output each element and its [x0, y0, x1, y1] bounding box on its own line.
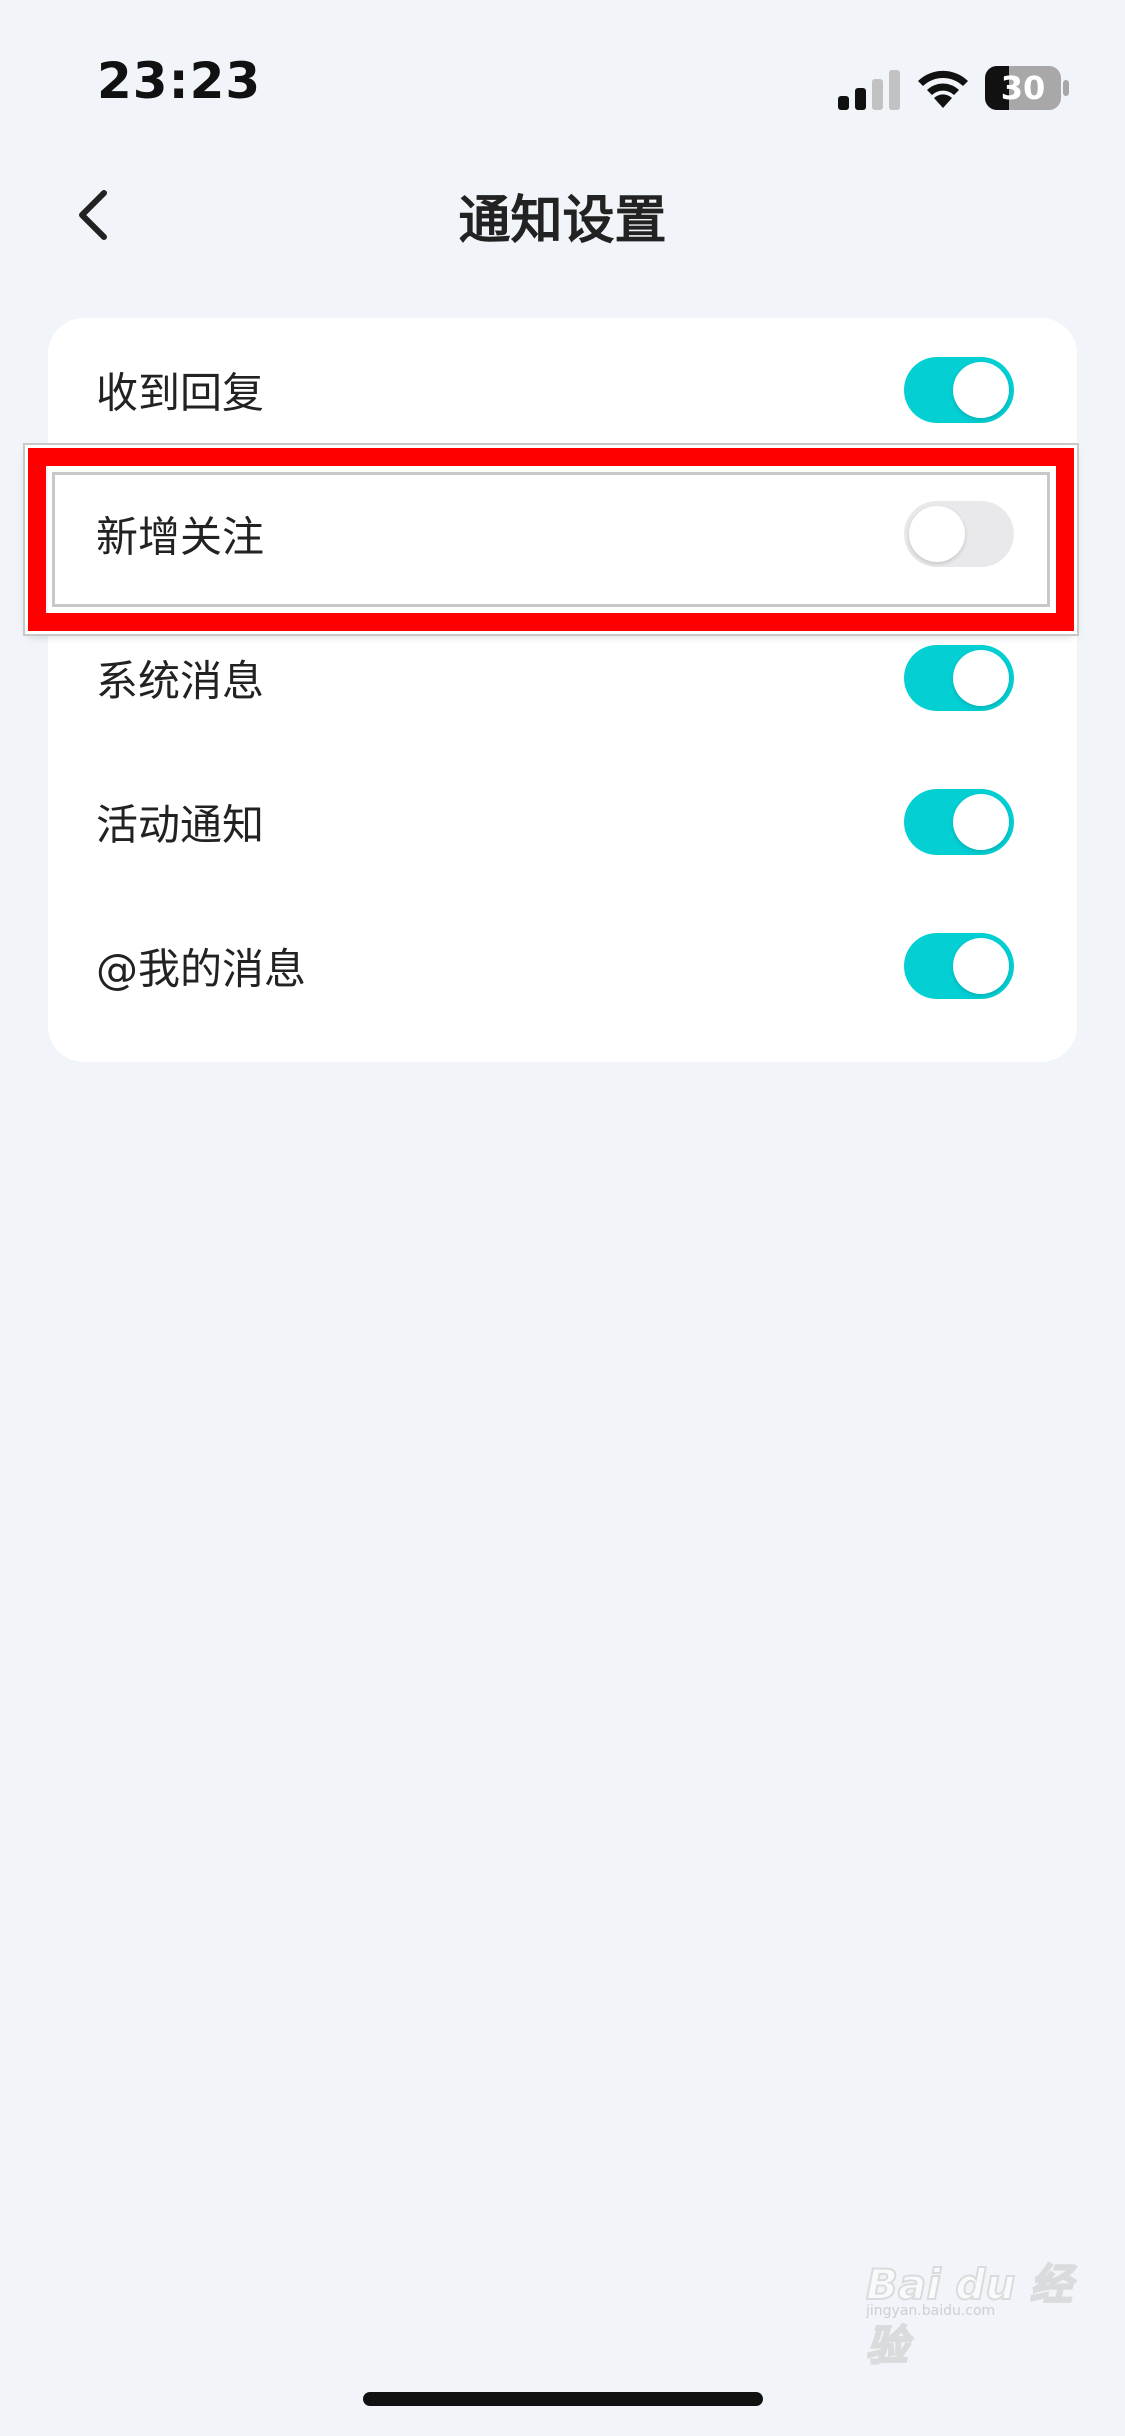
setting-label: 系统消息	[96, 656, 265, 706]
setting-row-activity-notice: 活动通知	[48, 750, 1077, 894]
setting-label: 活动通知	[96, 800, 265, 850]
toggle-knob	[953, 362, 1009, 418]
setting-label: @我的消息	[96, 944, 307, 994]
setting-label: 收到回复	[96, 368, 265, 418]
battery-level: 30	[1000, 69, 1046, 107]
cellular-signal-icon	[838, 70, 900, 110]
mentions-toggle[interactable]	[904, 933, 1014, 999]
home-indicator[interactable]	[363, 2392, 763, 2406]
toggle-knob	[953, 794, 1009, 850]
page-title: 通知设置	[458, 191, 667, 251]
baidu-jingyan-watermark: Bai du 经验 jingyan.baidu.com	[858, 2245, 1078, 2371]
setting-row-reply: 收到回复	[48, 318, 1077, 462]
battery-icon: 30	[985, 66, 1069, 110]
status-time: 23:23	[97, 52, 262, 110]
reply-toggle[interactable]	[904, 357, 1014, 423]
notification-settings-card: 收到回复 新增关注 系统消息 活动通知 @我的消息	[48, 318, 1077, 1062]
watermark-url: jingyan.baidu.com	[866, 2303, 996, 2319]
activity-notice-toggle[interactable]	[904, 789, 1014, 855]
toggle-knob	[953, 938, 1009, 994]
highlight-annotation-box	[28, 448, 1074, 631]
highlight-inner-border	[52, 472, 1050, 607]
system-message-toggle[interactable]	[904, 645, 1014, 711]
toggle-knob	[953, 650, 1009, 706]
setting-row-mentions: @我的消息	[48, 894, 1077, 1038]
wifi-icon	[918, 70, 968, 108]
